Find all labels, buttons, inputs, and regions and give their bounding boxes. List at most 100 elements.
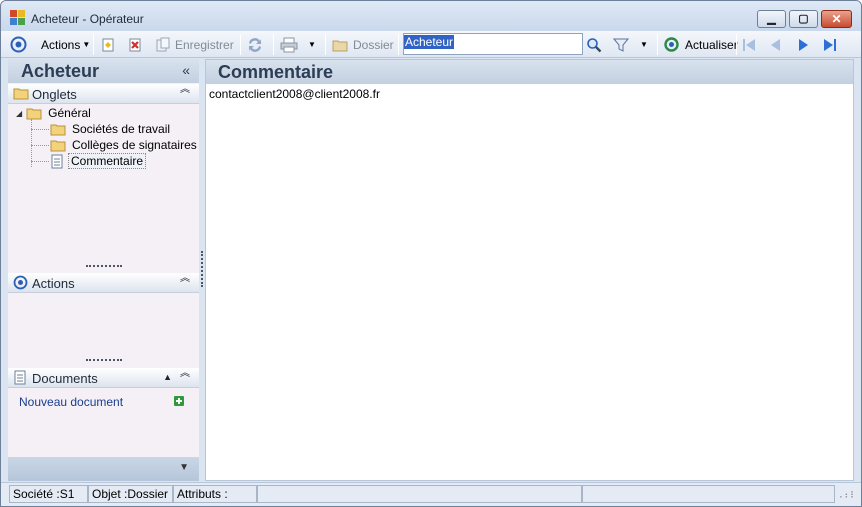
print-dropdown-button[interactable]: ▼ (308, 34, 316, 55)
actions-menu-button[interactable]: Actions ▼ (41, 34, 90, 55)
search-selected-text: Acheteur (404, 35, 455, 49)
main-panel-header: Commentaire (206, 60, 853, 84)
tree-line (31, 129, 49, 130)
tree-node-general[interactable]: ◢ Général (16, 105, 93, 121)
documents-section-header[interactable]: Documents ▲ ︽ (8, 368, 199, 388)
tree-node-label: Général (48, 106, 91, 120)
double-chevron-up-icon[interactable]: ︽ (180, 85, 190, 95)
tree-node-label: Commentaire (68, 153, 147, 169)
maximize-icon: ▢ (798, 13, 809, 25)
refresh-button[interactable]: Actualiser (663, 34, 738, 55)
splitter-grip[interactable] (86, 359, 122, 361)
comment-text[interactable]: contactclient2008@client2008.fr (209, 87, 380, 101)
save-label: Enregistrer (175, 37, 234, 52)
search-button[interactable] (586, 34, 602, 55)
printer-icon (280, 37, 298, 52)
resize-grip-icon[interactable]: ⠠⠰⠸ (836, 490, 854, 501)
toolbar-separator (736, 34, 737, 55)
filter-dropdown-button[interactable]: ▼ (640, 34, 648, 55)
search-icon (587, 37, 602, 52)
toolbar-separator (398, 34, 399, 55)
documents-section-label: Documents (32, 371, 98, 386)
tree-node-colleges[interactable]: Collèges de signataires (50, 137, 199, 153)
refresh-label: Actualiser (685, 37, 738, 52)
actions-section-header[interactable]: Actions ︽ (8, 273, 199, 293)
actions-target-icon (13, 275, 28, 290)
document-icon (14, 370, 26, 385)
first-record-button[interactable] (741, 34, 757, 55)
close-icon: ✕ (831, 12, 842, 26)
splitter-grip[interactable] (86, 265, 122, 267)
status-panel (257, 485, 582, 503)
chevron-up-icon[interactable]: ▲ (163, 372, 172, 382)
new-document-icon (102, 38, 114, 51)
tree-node-commentaire[interactable]: Commentaire (50, 153, 147, 169)
folder-icon (13, 88, 29, 100)
last-record-button[interactable] (822, 34, 838, 55)
chevron-down-icon: ▼ (82, 40, 91, 49)
sync-icon (249, 37, 261, 52)
last-record-icon (824, 38, 836, 51)
tree-node-label: Sociétés de travail (72, 122, 171, 136)
sync-button[interactable] (246, 34, 264, 55)
folder-icon (50, 140, 66, 152)
folder-icon (50, 124, 66, 136)
document-icon (51, 154, 63, 168)
maximize-button[interactable]: ▢ (789, 10, 818, 28)
filter-icon (613, 38, 629, 52)
chevron-down-icon: ▼ (640, 40, 648, 49)
new-button[interactable] (100, 34, 116, 55)
tree-line (31, 145, 49, 146)
new-document-link[interactable]: Nouveau document (19, 395, 123, 409)
minimize-icon: ▁ (767, 13, 776, 25)
delete-icon (129, 38, 141, 51)
next-record-button[interactable] (795, 34, 811, 55)
chevron-down-icon[interactable]: ▼ (179, 462, 189, 473)
add-document-icon[interactable] (174, 396, 184, 406)
actions-menu-label: Actions (41, 37, 81, 52)
toolbar-separator (240, 34, 241, 55)
left-panel-footer: ▼ (8, 457, 199, 481)
collapse-panel-icon[interactable]: « (182, 62, 190, 78)
first-record-icon (743, 38, 755, 51)
delete-button[interactable] (127, 34, 143, 55)
previous-record-icon (771, 38, 780, 51)
vertical-splitter[interactable] (201, 251, 203, 287)
chevron-down-icon: ▼ (308, 40, 316, 49)
tabs-section-header[interactable]: Onglets ︽ (8, 84, 199, 104)
tree-line (31, 119, 32, 167)
save-icon (156, 37, 170, 51)
refresh-icon (664, 37, 679, 52)
folder-button[interactable]: Dossier (332, 34, 394, 55)
left-panel-header: Acheteur « (8, 59, 199, 83)
page-title: Commentaire (218, 62, 334, 82)
title-bar: Acheteur - Opérateur ▁ ▢ ✕ (1, 1, 861, 31)
tree-line (31, 161, 49, 162)
previous-record-button[interactable] (768, 34, 784, 55)
app-window: Acheteur - Opérateur ▁ ▢ ✕ Actions ▼ Enr… (0, 0, 862, 507)
tree-node-societes[interactable]: Sociétés de travail (50, 121, 172, 137)
next-record-icon (799, 38, 808, 51)
save-button[interactable]: Enregistrer (155, 34, 234, 55)
tree-node-label: Collèges de signataires (72, 138, 197, 152)
close-button[interactable]: ✕ (821, 10, 852, 28)
status-object: Objet :Dossier (88, 485, 173, 503)
left-panel: Acheteur « Onglets ︽ ◢ Général Sociétés … (8, 59, 199, 481)
status-panel (582, 485, 835, 503)
window-title: Acheteur - Opérateur (31, 12, 144, 26)
double-chevron-up-icon[interactable]: ︽ (180, 274, 190, 284)
left-panel-title: Acheteur (21, 61, 100, 81)
tabs-section-label: Onglets (32, 87, 77, 102)
filter-button[interactable] (613, 34, 629, 55)
toolbar-separator (657, 34, 658, 55)
folder-icon (332, 40, 348, 51)
expand-arrow-icon[interactable]: ◢ (16, 109, 22, 118)
minimize-button[interactable]: ▁ (757, 10, 786, 28)
main-panel: Commentaire contactclient2008@client2008… (205, 59, 854, 481)
status-company: Société :S1 (9, 485, 88, 503)
print-button[interactable] (280, 34, 298, 55)
double-chevron-up-icon[interactable]: ︽ (180, 369, 190, 379)
app-icon (10, 10, 25, 25)
actions-target-icon[interactable] (10, 34, 27, 55)
folder-label: Dossier (353, 37, 394, 52)
